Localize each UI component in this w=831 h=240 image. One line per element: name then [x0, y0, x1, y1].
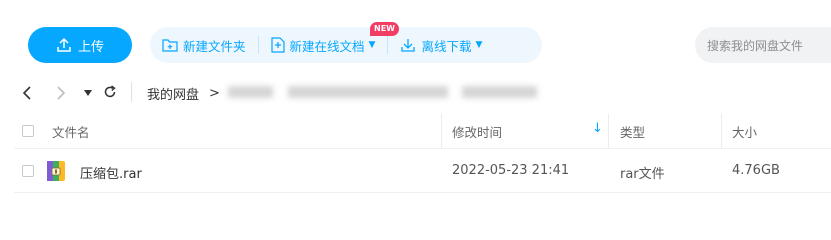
new-folder-button[interactable]: 新建文件夹: [162, 36, 246, 55]
breadcrumb-separator: >: [209, 86, 220, 101]
download-icon: [401, 39, 416, 52]
redacted-path: [288, 86, 448, 98]
column-header-modified[interactable]: 修改时间: [452, 122, 502, 141]
upload-label: 上传: [77, 39, 104, 55]
header-divider: [14, 148, 831, 149]
search-input[interactable]: 搜索我的网盘文件: [695, 27, 831, 63]
redacted-path: [462, 86, 537, 98]
row-checkbox[interactable]: [22, 165, 34, 177]
forward-icon[interactable]: [56, 86, 66, 100]
divider: [131, 82, 132, 102]
upload-icon: [57, 37, 71, 52]
column-header-size[interactable]: 大小: [732, 122, 757, 141]
file-size: 4.76GB: [732, 163, 780, 178]
select-all-checkbox[interactable]: [22, 125, 34, 137]
new-online-doc-button[interactable]: 新建在线文档 ▼: [270, 36, 376, 55]
file-type: rar文件: [620, 167, 665, 182]
column-separator: [608, 114, 609, 148]
offline-download-label: 离线下载: [421, 38, 472, 54]
row-divider: [14, 192, 831, 193]
search-placeholder: 搜索我的网盘文件: [707, 38, 804, 53]
column-separator: [721, 114, 722, 148]
file-name[interactable]: 压缩包.rar: [80, 163, 142, 182]
column-separator: [441, 114, 442, 148]
file-modified: 2022-05-23 21:41: [452, 163, 570, 178]
divider: [257, 36, 259, 54]
sort-down-icon[interactable]: ↓: [592, 121, 603, 136]
chevron-down-icon: ▼: [368, 40, 376, 50]
breadcrumb-root[interactable]: 我的网盘: [147, 84, 199, 103]
action-group: 新建文件夹 新建在线文档 ▼ 离线下载 ▼: [150, 27, 542, 63]
dropdown-icon[interactable]: [84, 90, 92, 96]
chevron-down-icon: ▼: [475, 40, 483, 50]
new-badge: NEW: [370, 22, 399, 36]
rar-file-icon: [47, 161, 65, 181]
upload-button[interactable]: 上传: [28, 27, 132, 63]
redacted-path: [228, 86, 273, 98]
column-header-name[interactable]: 文件名: [52, 122, 90, 141]
new-folder-label: 新建文件夹: [183, 38, 246, 54]
refresh-icon[interactable]: [103, 85, 117, 99]
new-doc-icon: [270, 37, 285, 53]
new-online-doc-label: 新建在线文档: [289, 38, 365, 54]
offline-download-button[interactable]: 离线下载 ▼: [400, 36, 482, 55]
new-folder-icon: [162, 39, 178, 52]
divider: [387, 36, 389, 54]
column-header-type[interactable]: 类型: [620, 122, 645, 141]
table-row[interactable]: 压缩包.rar 2022-05-23 21:41 rar文件 4.76GB: [14, 150, 831, 192]
breadcrumb: 我的网盘 >: [147, 84, 220, 103]
back-icon[interactable]: [22, 86, 32, 100]
